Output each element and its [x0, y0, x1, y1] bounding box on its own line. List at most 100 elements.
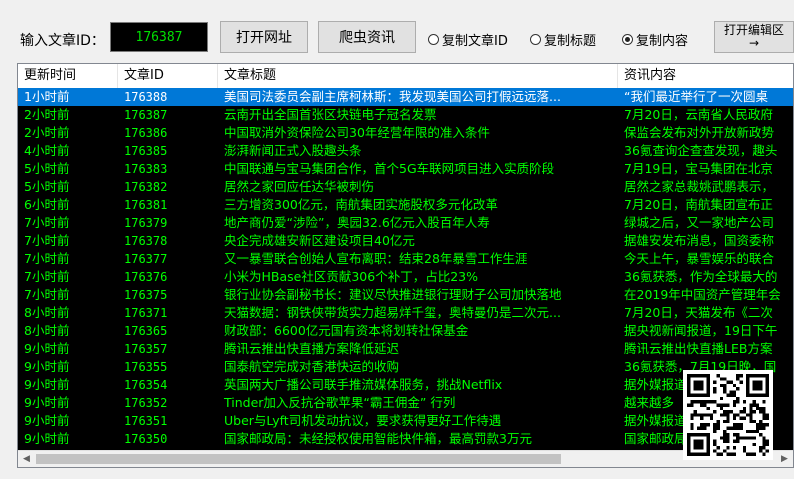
cell-time: 9小时前 — [24, 377, 70, 392]
cell-article-id: 176371 — [124, 306, 168, 320]
copy-content-radio[interactable]: 复制内容 — [622, 30, 688, 49]
cell-time: 7小时前 — [24, 215, 70, 230]
cell-content: 今天上午，暴雪娱乐的联合 — [624, 251, 775, 266]
cell-content: “我们最近举行了一次圆桌 — [624, 89, 768, 104]
table-body: 1小时前 176388 美国司法委员会副主席柯林斯：我发现美国公司打假远远落... “… — [18, 88, 793, 448]
cell-time: 9小时前 — [24, 359, 70, 374]
table-row[interactable]: 9小时前 176351 Uber与Lyft司机发动抗议，要求获得更好工作待遇 据外媒报… — [18, 412, 793, 430]
cell-article-id: 176386 — [124, 126, 168, 140]
cell-time: 9小时前 — [24, 341, 70, 356]
cell-time: 1小时前 — [24, 89, 70, 104]
crawl-news-button[interactable]: 爬虫资讯 — [318, 21, 416, 53]
table-row[interactable]: 8小时前 176371 天猫数据：钢铁侠带货实力超易烊千玺，奥特曼仍是二次元... 7… — [18, 304, 793, 322]
column-header-time[interactable]: 更新时间 — [18, 64, 118, 88]
cell-time: 8小时前 — [24, 305, 70, 320]
cell-article-id: 176385 — [124, 144, 168, 158]
cell-article-id: 176381 — [124, 198, 168, 212]
column-header-content[interactable]: 资讯内容 — [618, 64, 793, 88]
cell-article-id: 176375 — [124, 288, 168, 302]
cell-title: 财政部：6600亿元国有资本将划转社保基金 — [224, 323, 469, 338]
toolbar: 输入文章ID： 176387 打开网址 爬虫资讯 复制文章ID 复制标题 复制内… — [0, 0, 794, 62]
cell-time: 2小时前 — [24, 107, 70, 122]
cell-article-id: 176388 — [124, 90, 168, 104]
cell-article-id: 176354 — [124, 378, 168, 392]
open-editor-button[interactable]: 打开编辑区 → — [714, 21, 794, 53]
table-row[interactable]: 4小时前 176385 澎湃新闻正式入股趣头条 36氪查询企查查发现，趣头 — [18, 142, 793, 160]
cell-time: 5小时前 — [24, 161, 70, 176]
cell-title: 居然之家回应任达华被刺伤 — [224, 179, 375, 194]
table-row[interactable]: 1小时前 176388 美国司法委员会副主席柯林斯：我发现美国公司打假远远落... “… — [18, 88, 793, 106]
cell-title: 云南开出全国首张区块链电子冠名发票 — [224, 107, 437, 122]
cell-article-id: 176365 — [124, 324, 168, 338]
cell-title: Uber与Lyft司机发动抗议，要求获得更好工作待遇 — [224, 413, 502, 428]
table-row[interactable]: 9小时前 176354 英国两大广播公司联手推流媒体服务，挑战Netflix 据外媒报… — [18, 376, 793, 394]
arrow-right-icon: → — [748, 36, 760, 50]
table-row[interactable]: 9小时前 176355 国泰航空完成对香港快运的收购 36氪获悉，7月19日晚，国 — [18, 358, 793, 376]
article-id-label: 输入文章ID： — [20, 33, 105, 49]
cell-article-id: 176351 — [124, 414, 168, 428]
cell-title: 美国司法委员会副主席柯林斯：我发现美国公司打假远远落... — [224, 89, 561, 104]
article-id-input[interactable]: 176387 — [110, 22, 208, 52]
table-row[interactable]: 7小时前 176378 央企完成雄安新区建设项目40亿元 据雄安发布消息，国资委称 — [18, 232, 793, 250]
scroll-left-icon[interactable]: ◀ — [18, 451, 35, 467]
cell-title: 地产商仍爱“涉险”，奥园32.6亿元入股百年人寿 — [224, 215, 490, 230]
cell-content: 居然之家总裁姚武鹏表示， — [624, 179, 775, 194]
cell-time: 7小时前 — [24, 251, 70, 266]
cell-content: 7月20日，云南省人民政府 — [624, 107, 773, 122]
cell-article-id: 176376 — [124, 270, 168, 284]
cell-title: 央企完成雄安新区建设项目40亿元 — [224, 233, 415, 248]
table-row[interactable]: 9小时前 176357 腾讯云推出快直播方案降低延迟 腾讯云推出快直播LEB方案 — [18, 340, 793, 358]
cell-time: 9小时前 — [24, 431, 70, 446]
horizontal-scrollbar[interactable]: ◀ ▶ — [18, 450, 793, 467]
copy-title-radio[interactable]: 复制标题 — [530, 30, 596, 49]
cell-content: 36氪获悉，作为全球最大的 — [624, 269, 778, 284]
radio-circle-icon — [428, 34, 439, 45]
copy-article-id-radio[interactable]: 复制文章ID — [428, 30, 508, 49]
cell-time: 9小时前 — [24, 395, 70, 410]
cell-article-id: 176378 — [124, 234, 168, 248]
table-row[interactable]: 7小时前 176379 地产商仍爱“涉险”，奥园32.6亿元入股百年人寿 绿城之后，又… — [18, 214, 793, 232]
cell-title: 国家邮政局：未经授权使用智能快件箱，最高罚款3万元 — [224, 431, 532, 446]
cell-content: 7月20日，南航集团宣布正 — [624, 197, 773, 212]
table-row[interactable]: 8小时前 176365 财政部：6600亿元国有资本将划转社保基金 据央视新闻报道，1… — [18, 322, 793, 340]
column-header-id[interactable]: 文章ID — [118, 64, 218, 88]
cell-content: 据央视新闻报道，19日下午 — [624, 323, 778, 338]
cell-time: 2小时前 — [24, 125, 70, 140]
table-row[interactable]: 2小时前 176387 云南开出全国首张区块链电子冠名发票 7月20日，云南省人民政府 — [18, 106, 793, 124]
cell-content: 7月19日，宝马集团在北京 — [624, 161, 773, 176]
open-url-button[interactable]: 打开网址 — [220, 21, 308, 53]
radio-circle-icon — [622, 34, 633, 45]
cell-title: Tinder加入反抗谷歌苹果“霸王佣金” 行列 — [224, 395, 456, 410]
cell-time: 7小时前 — [24, 233, 70, 248]
table-row[interactable]: 9小时前 176350 国家邮政局：未经授权使用智能快件箱，最高罚款3万元 国家邮政局… — [18, 430, 793, 448]
cell-time: 4小时前 — [24, 143, 70, 158]
radio-circle-icon — [530, 34, 541, 45]
table-row[interactable]: 6小时前 176381 三方增资300亿元，南航集团实施股权多元化改革 7月20日，南… — [18, 196, 793, 214]
cell-article-id: 176350 — [124, 432, 168, 446]
column-header-title[interactable]: 文章标题 — [218, 64, 618, 88]
cell-article-id: 176382 — [124, 180, 168, 194]
table-row[interactable]: 7小时前 176375 银行业协会副秘书长：建议尽快推进银行理财子公司加快落地 在20… — [18, 286, 793, 304]
news-list-table[interactable]: 更新时间 文章ID 文章标题 资讯内容 1小时前 176388 美国司法委员会副主席… — [17, 63, 794, 468]
cell-article-id: 176352 — [124, 396, 168, 410]
table-row[interactable]: 2小时前 176386 中国取消外资保险公司30年经营年限的准入条件 保监会发布对外开… — [18, 124, 793, 142]
cell-content: 据雄安发布消息，国资委称 — [624, 233, 775, 248]
table-row[interactable]: 7小时前 176376 小米为HBase社区贡献306个补丁，占比23% 36氪获悉，… — [18, 268, 793, 286]
cell-title: 英国两大广播公司联手推流媒体服务，挑战Netflix — [224, 377, 503, 392]
cell-title: 天猫数据：钢铁侠带货实力超易烊千玺，奥特曼仍是二次元... — [224, 305, 561, 320]
table-row[interactable]: 5小时前 176382 居然之家回应任达华被刺伤 居然之家总裁姚武鹏表示， — [18, 178, 793, 196]
table-row[interactable]: 5小时前 176383 中国联通与宝马集团合作，首个5G车联网项目进入实质阶段 7月1… — [18, 160, 793, 178]
scrollbar-thumb[interactable] — [36, 454, 561, 464]
table-row[interactable]: 9小时前 176352 Tinder加入反抗谷歌苹果“霸王佣金” 行列 越来越多 — [18, 394, 793, 412]
cell-time: 7小时前 — [24, 287, 70, 302]
cell-title: 中国取消外资保险公司30年经营年限的准入条件 — [224, 125, 490, 140]
scroll-right-icon[interactable]: ▶ — [776, 451, 793, 467]
cell-article-id: 176387 — [124, 108, 168, 122]
cell-article-id: 176355 — [124, 360, 168, 374]
cell-time: 6小时前 — [24, 197, 70, 212]
qr-code-image — [683, 370, 773, 460]
cell-time: 9小时前 — [24, 413, 70, 428]
radio-label: 复制标题 — [544, 34, 597, 49]
table-row[interactable]: 7小时前 176377 又一暴雪联合创始人宣布离职：结束28年暴雪工作生涯 今天上午，… — [18, 250, 793, 268]
cell-title: 腾讯云推出快直播方案降低延迟 — [224, 341, 400, 356]
